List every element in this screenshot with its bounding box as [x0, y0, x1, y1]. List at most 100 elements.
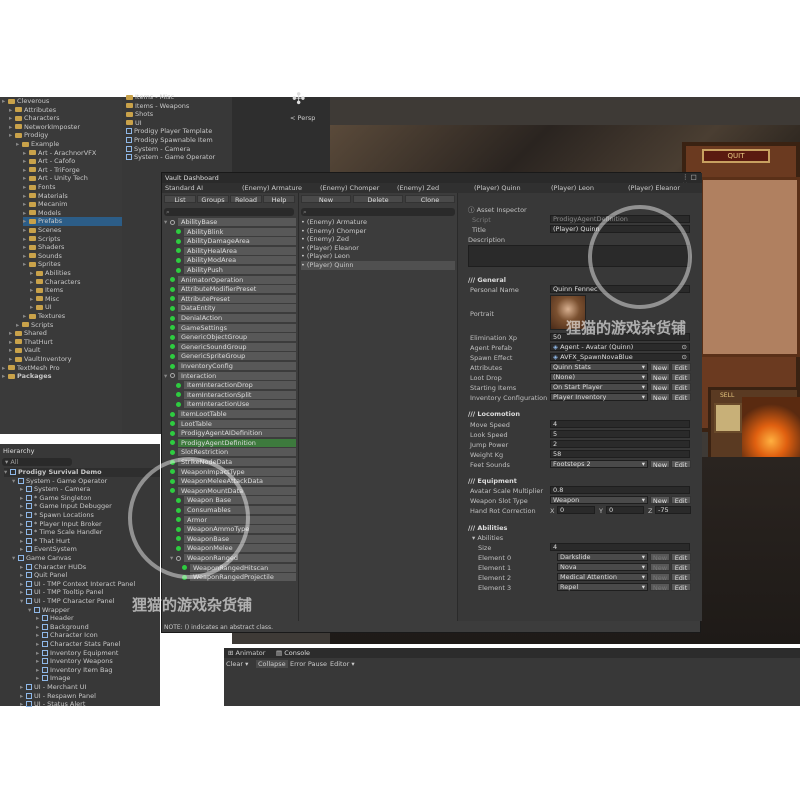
- entity-item[interactable]: • (Enemy) Zed: [301, 235, 455, 244]
- weapon-slot-dropdown[interactable]: Weapon ▾: [550, 496, 648, 504]
- project-tree-item[interactable]: ▸ Characters: [30, 278, 80, 287]
- new-button[interactable]: New: [650, 460, 670, 469]
- type-item[interactable]: DataEntity: [164, 304, 296, 313]
- project-tree-item[interactable]: ▸ Scenes: [23, 226, 61, 235]
- project-tree-item[interactable]: ▸ Packages: [2, 372, 51, 381]
- type-item[interactable]: AbilityModArea: [170, 256, 296, 265]
- type-tool-button[interactable]: Groups: [197, 195, 229, 204]
- edit-button[interactable]: Edit: [671, 363, 691, 372]
- project-tree-item[interactable]: ▸ Scripts: [16, 321, 53, 330]
- spawn-effect-object-field[interactable]: ◈ AVFX_SpawnNovaBlue ⊙: [550, 353, 690, 361]
- type-item[interactable]: LootTable: [164, 419, 296, 429]
- entity-item[interactable]: • (Player) Quinn: [301, 261, 455, 270]
- entity-search[interactable]: ⌕: [301, 208, 455, 216]
- edit-button[interactable]: Edit: [671, 383, 691, 392]
- asset-item[interactable]: Prodigy Spawnable Item: [126, 136, 213, 145]
- project-tree-item[interactable]: ▸ Example: [16, 140, 59, 149]
- project-tree-item[interactable]: ▸ NetworkImposter: [9, 123, 80, 132]
- entity-tool-button[interactable]: Clone: [405, 195, 455, 204]
- entity-tool-button[interactable]: New: [301, 195, 351, 204]
- hierarchy-item[interactable]: ▾ Wrapper: [28, 606, 70, 615]
- type-tool-button[interactable]: List: [164, 195, 196, 204]
- project-tree-item[interactable]: ▸ UI: [30, 303, 52, 312]
- hierarchy-item[interactable]: ▸ Inventory Weapons: [36, 657, 113, 666]
- look-speed-field[interactable]: 5: [550, 430, 690, 438]
- project-tree-item[interactable]: ▸ Mecanim: [23, 200, 67, 209]
- weapon-slot-new-button[interactable]: New: [650, 496, 670, 505]
- asset-item[interactable]: Items - Misc: [126, 93, 174, 102]
- type-item[interactable]: InventoryConfig: [164, 362, 296, 371]
- type-item[interactable]: ItemInteractionSplit: [170, 390, 296, 400]
- hierarchy-item[interactable]: ▸ * That Hurt: [20, 537, 70, 546]
- clear-button[interactable]: Clear ▾: [226, 660, 248, 668]
- project-tree-item[interactable]: ▸ Prefabs: [23, 217, 122, 226]
- sell-slot[interactable]: [714, 403, 742, 433]
- vault-tab[interactable]: (Player) Leon: [551, 184, 594, 192]
- type-item[interactable]: ProdigyAgentDefinition: [164, 438, 296, 448]
- project-tree-item[interactable]: ▸ Attributes: [9, 106, 56, 115]
- element-dropdown[interactable]: Nova ▾: [557, 563, 648, 571]
- quit-button[interactable]: QUIT: [702, 149, 770, 163]
- tab-hierarchy[interactable]: Hierarchy: [3, 447, 34, 455]
- project-tree-item[interactable]: ▸ Sprites: [23, 260, 61, 269]
- new-button[interactable]: New: [650, 583, 670, 592]
- edit-button[interactable]: Edit: [671, 393, 691, 402]
- type-item[interactable]: GenericObjectGroup: [164, 333, 296, 342]
- weight-field[interactable]: 58: [550, 450, 690, 458]
- project-tree-item[interactable]: ▸ Cleverous: [2, 97, 49, 106]
- project-tree-item[interactable]: ▸ Fonts: [23, 183, 56, 192]
- type-item[interactable]: ▾ AbilityBase: [164, 218, 296, 227]
- asset-item[interactable]: UI: [126, 119, 142, 128]
- error-pause-button[interactable]: Error Pause: [290, 660, 327, 668]
- project-tree-item[interactable]: ▸ Characters: [9, 114, 59, 123]
- project-tree-item[interactable]: ▸ Art - Unity Tech: [23, 174, 88, 183]
- vault-titlebar[interactable]: Vault Dashboard ⋮ □ ✕: [162, 173, 702, 189]
- vault-tab[interactable]: (Player) Eleanor: [628, 184, 680, 192]
- hierarchy-item[interactable]: ▸ UI - Respawn Panel: [20, 692, 96, 701]
- asset-item[interactable]: Prodigy Player Template: [126, 127, 212, 136]
- type-search[interactable]: ⌕: [164, 208, 294, 216]
- type-item[interactable]: AbilityPush: [170, 266, 296, 275]
- project-tree-item[interactable]: ▸ Misc: [30, 295, 59, 304]
- type-tool-button[interactable]: Help: [263, 195, 295, 204]
- asset-item[interactable]: System - Camera: [126, 145, 190, 154]
- hierarchy-item[interactable]: ▸ Inventory Equipment: [36, 649, 118, 658]
- hierarchy-item[interactable]: ▸ EventSystem: [20, 545, 77, 554]
- type-item[interactable]: AttributeModifierPreset: [164, 285, 296, 294]
- hierarchy-item[interactable]: ▾ Game Canvas: [12, 554, 71, 563]
- editor-dropdown[interactable]: Editor ▾: [330, 660, 355, 668]
- hand-rot-y-field[interactable]: 0: [606, 506, 644, 514]
- project-tree-item[interactable]: ▸ Shaders: [23, 243, 64, 252]
- vault-tab[interactable]: Standard AI: [165, 184, 203, 192]
- hierarchy-item[interactable]: ▸ System - Camera: [20, 485, 90, 494]
- project-tree-item[interactable]: ▸ VaultInventory: [9, 355, 71, 364]
- type-item[interactable]: AttributePreset: [164, 294, 296, 304]
- hand-rot-x-field[interactable]: 0: [557, 506, 595, 514]
- hierarchy-item[interactable]: ▸ Character Icon: [36, 631, 98, 640]
- attributes-dropdown[interactable]: Quinn Stats ▾: [550, 363, 648, 371]
- hierarchy-item[interactable]: ▸ Image: [36, 674, 70, 683]
- type-item[interactable]: AbilityDamageArea: [170, 237, 296, 246]
- edit-button[interactable]: Edit: [671, 573, 691, 582]
- project-tree-item[interactable]: ▸ Materials: [23, 192, 68, 201]
- hierarchy-item[interactable]: ▸ UI - TMP Tooltip Panel: [20, 588, 103, 597]
- avatar-scale-field[interactable]: 0.8: [550, 486, 690, 494]
- hierarchy-item[interactable]: ▸ * Game Input Debugger: [20, 502, 112, 511]
- project-tree-item[interactable]: ▸ Art - TriForge: [23, 166, 80, 175]
- asset-item[interactable]: Items - Weapons: [126, 102, 189, 111]
- asset-item[interactable]: Shots: [126, 110, 153, 119]
- project-tree-item[interactable]: ▸ Textures: [23, 312, 65, 321]
- hierarchy-item[interactable]: ▸ * Player Input Broker: [20, 520, 102, 529]
- tab-console[interactable]: ▤ Console: [276, 649, 310, 657]
- type-item[interactable]: ItemLootTable: [164, 410, 296, 419]
- hierarchy-item[interactable]: ▸ Background: [36, 623, 89, 632]
- entity-item[interactable]: • (Enemy) Armature: [301, 218, 455, 227]
- project-tree-item[interactable]: ▸ ThatHurt: [9, 338, 53, 347]
- hierarchy-item[interactable]: ▸ Quit Panel: [20, 571, 67, 580]
- entity-item[interactable]: • (Player) Eleanor: [301, 244, 455, 253]
- agent-prefab-object-field[interactable]: ◈ Agent - Avatar (Quinn) ⊙: [550, 343, 690, 351]
- type-item[interactable]: ItemInteractionDrop: [170, 381, 296, 390]
- type-item[interactable]: GenericSpriteGroup: [164, 352, 296, 361]
- type-item[interactable]: AbilityHealArea: [170, 246, 296, 256]
- starting-items-dropdown[interactable]: On Start Player ▾: [550, 383, 648, 391]
